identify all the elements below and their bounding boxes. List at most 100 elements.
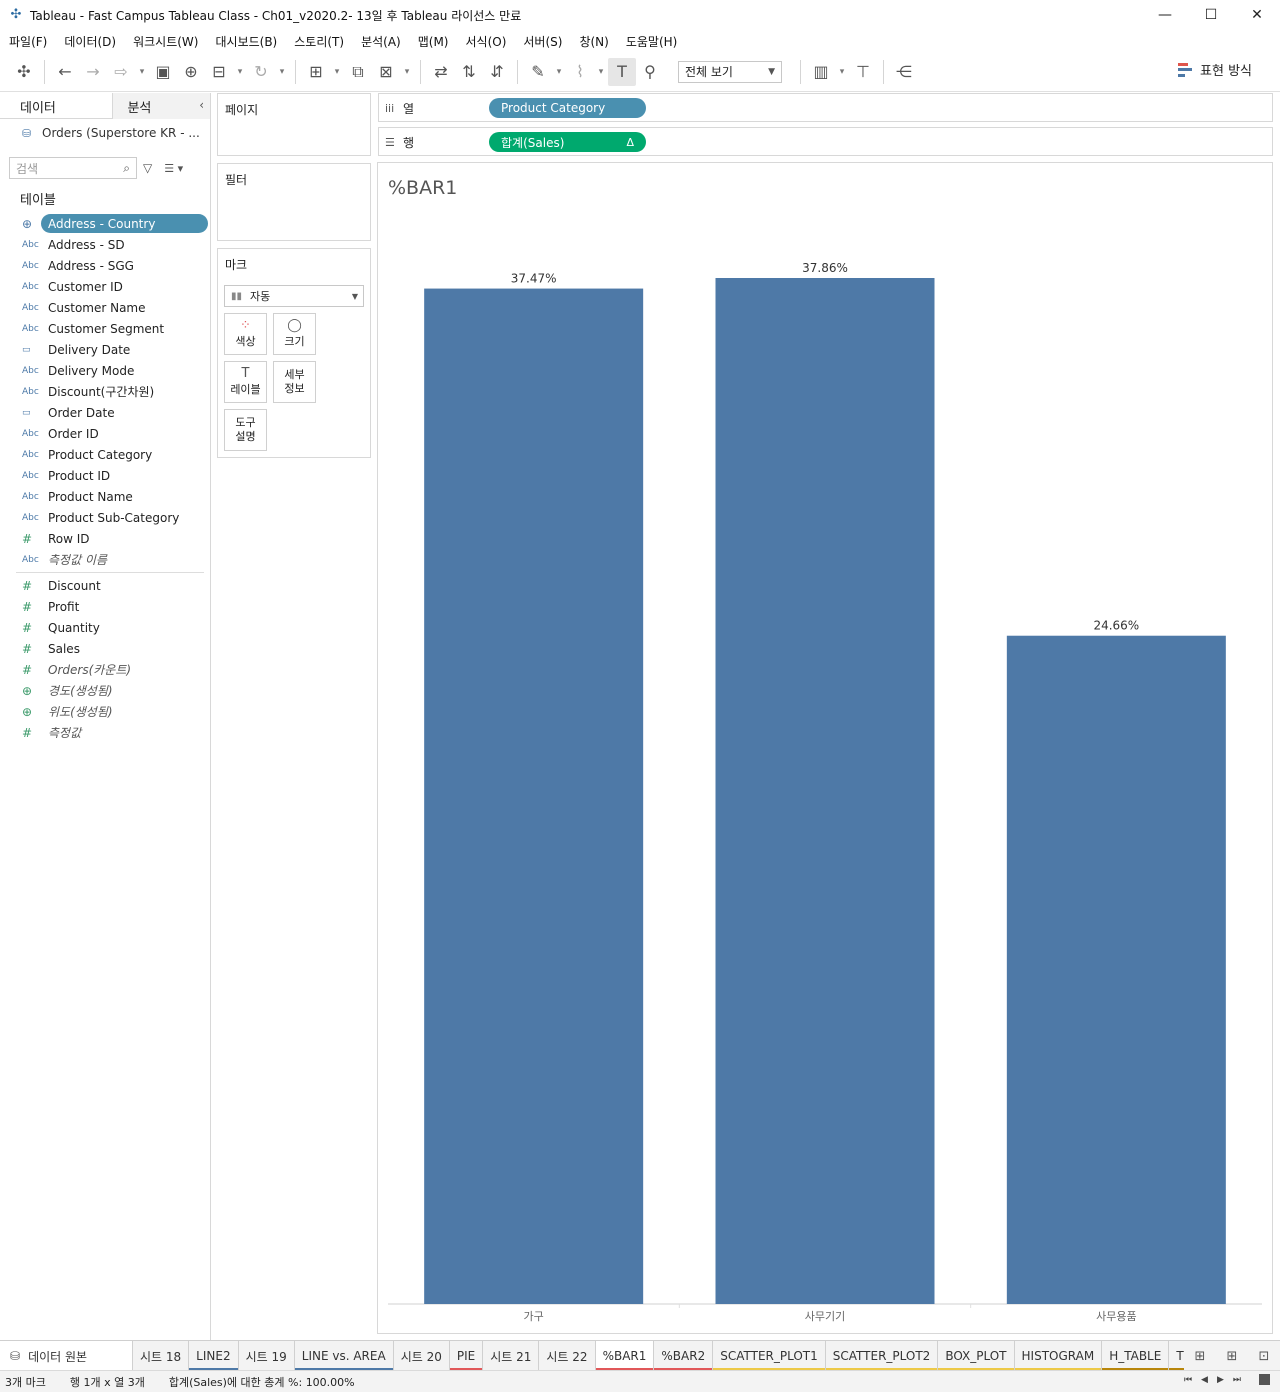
sum-sales-pill[interactable]: 합계(Sales) Δ [489, 132, 646, 152]
field-item[interactable]: Abc Customer Name [0, 297, 210, 318]
field-item[interactable]: # Row ID [0, 528, 210, 549]
rows-shelf[interactable]: ☰ 행 합계(Sales) Δ [378, 127, 1273, 156]
clear-dropdown-icon[interactable]: ▾ [400, 58, 414, 86]
field-item[interactable]: Abc Product Sub-Category [0, 507, 210, 528]
sheet-tab[interactable]: LINE vs. AREA [294, 1341, 394, 1371]
menu-file[interactable]: 파일(F) [9, 33, 47, 50]
fix-axes-icon[interactable]: ⚲ [636, 58, 664, 86]
save-icon[interactable]: ▣ [149, 58, 177, 86]
collapse-pane-icon[interactable]: ‹ [199, 98, 204, 112]
sort-descending-icon[interactable]: ⇵ [483, 58, 511, 86]
first-sheet-icon[interactable]: ⏮ [1184, 1375, 1192, 1385]
field-item[interactable]: ⊕ 위도(생성됨) [0, 701, 210, 722]
swap-rows-columns-icon[interactable]: ⇄ [427, 58, 455, 86]
color-button[interactable]: ⁘ 색상 [224, 313, 267, 355]
show-labels-icon[interactable]: T [608, 57, 636, 86]
menu-server[interactable]: 서버(S) [523, 33, 562, 50]
size-button[interactable]: ◯ 크기 [273, 313, 316, 355]
sheet-tab[interactable]: %BAR2 [654, 1341, 714, 1371]
filter-icon[interactable]: ▽ [143, 161, 152, 175]
field-item[interactable]: # Orders(카운트) [0, 659, 210, 680]
menu-story[interactable]: 스토리(T) [294, 33, 344, 50]
sheet-tab[interactable]: HISTOGRAM [1014, 1341, 1103, 1371]
sort-ascending-icon[interactable]: ⇅ [455, 58, 483, 86]
share-icon[interactable]: ⋲ [890, 58, 918, 86]
field-item[interactable]: # Discount [0, 575, 210, 596]
menu-window[interactable]: 창(N) [579, 33, 608, 50]
field-item[interactable]: Abc Discount(구간차원) [0, 381, 210, 402]
menu-dashboard[interactable]: 대시보드(B) [215, 33, 277, 50]
menu-analysis[interactable]: 분석(A) [361, 33, 401, 50]
bar[interactable] [424, 288, 644, 1304]
field-item[interactable]: Abc 측정값 이름 [0, 549, 210, 570]
view-list-icon[interactable]: ☰ ▾ [164, 162, 183, 175]
group-icon[interactable]: ⌇ [566, 58, 594, 86]
minimize-button[interactable]: — [1142, 0, 1188, 30]
pause-dropdown-icon[interactable]: ▾ [233, 58, 247, 86]
refresh-icon[interactable]: ↻ [247, 58, 275, 86]
datasource-tab[interactable]: ⛁ 데이터 원본 [0, 1341, 133, 1371]
field-item[interactable]: ▭ Delivery Date [0, 339, 210, 360]
field-item[interactable]: Abc Product ID [0, 465, 210, 486]
field-item[interactable]: # Profit [0, 596, 210, 617]
show-me-button[interactable]: 표현 방식 [1178, 60, 1252, 79]
detail-button[interactable]: 세부 정보 [273, 361, 316, 403]
highlight-icon[interactable]: ✎ [524, 58, 552, 86]
menu-data[interactable]: 데이터(D) [64, 33, 116, 50]
view-fit-select[interactable]: 전체 보기 ▼ [678, 60, 782, 83]
product-category-pill[interactable]: Product Category [489, 98, 646, 118]
datasource-item[interactable]: ⛁ Orders (Superstore KR - ... [0, 119, 210, 147]
replay-dropdown-icon[interactable]: ▾ [135, 58, 149, 86]
clear-sheet-icon[interactable]: ⊠ [372, 58, 400, 86]
field-item[interactable]: # Quantity [0, 617, 210, 638]
sheet-sorter-icon[interactable] [1259, 1374, 1270, 1385]
tab-data[interactable]: 데이터 [0, 93, 112, 119]
sheet-tab[interactable]: 시트 21 [483, 1341, 540, 1371]
sheet-tab[interactable]: BOX_PLOT [938, 1341, 1015, 1371]
sheet-tab[interactable]: SCATTER_PLOT2 [825, 1341, 939, 1371]
maximize-button[interactable]: ☐ [1188, 0, 1234, 30]
last-sheet-icon[interactable]: ⏭ [1233, 1375, 1241, 1385]
redo-icon[interactable]: → [79, 58, 107, 86]
field-item[interactable]: Abc Product Name [0, 486, 210, 507]
close-button[interactable]: ✕ [1234, 0, 1280, 30]
search-input[interactable]: 검색 ⌕ [9, 157, 137, 179]
filters-card[interactable]: 필터 [217, 163, 371, 241]
viz-area[interactable]: %BAR1 37.47% 가구 37.86% 사무기기 24.66% 사무용품 [377, 162, 1273, 1334]
field-item[interactable]: Abc Customer Segment [0, 318, 210, 339]
bar[interactable] [1006, 635, 1226, 1304]
group-dropdown-icon[interactable]: ▾ [594, 58, 608, 86]
columns-shelf[interactable]: iii 열 Product Category [378, 93, 1273, 122]
pages-card[interactable]: 페이지 [217, 93, 371, 156]
field-item[interactable]: ⊕ 경도(생성됨) [0, 680, 210, 701]
mark-type-select[interactable]: ▮▮ 자동 ▼ [224, 285, 364, 307]
sheet-tab[interactable]: 시트 18 [133, 1341, 190, 1371]
tab-analysis[interactable]: 분석 [112, 93, 210, 119]
bar[interactable] [715, 278, 935, 1304]
field-item[interactable]: Abc Delivery Mode [0, 360, 210, 381]
field-item[interactable]: ⊕ Address - Country [0, 213, 210, 234]
field-item[interactable]: # Sales [0, 638, 210, 659]
sheet-tab[interactable]: SCATTER_PLOT1 [713, 1341, 826, 1371]
presentation-mode-icon[interactable]: ⊤ [849, 58, 877, 86]
field-item[interactable]: Abc Address - SGG [0, 255, 210, 276]
replay-icon[interactable]: ⇨ [107, 58, 135, 86]
new-worksheet-icon[interactable]: ⊞ [302, 58, 330, 86]
pause-updates-icon[interactable]: ⊟ [205, 58, 233, 86]
duplicate-sheet-icon[interactable]: ⧉ [344, 58, 372, 86]
show-cards-dropdown-icon[interactable]: ▾ [835, 58, 849, 86]
menu-help[interactable]: 도움말(H) [626, 33, 678, 50]
field-item[interactable]: Abc Address - SD [0, 234, 210, 255]
tableau-home-icon[interactable]: ✣ [10, 58, 38, 86]
refresh-dropdown-icon[interactable]: ▾ [275, 58, 289, 86]
sheet-tab[interactable]: 시트 20 [394, 1341, 450, 1371]
undo-icon[interactable]: ← [51, 58, 79, 86]
new-worksheet-tab-icon[interactable]: ⊞ [1184, 1349, 1216, 1364]
field-item[interactable]: Abc Product Category [0, 444, 210, 465]
sheet-tab[interactable]: %BAR1 [595, 1341, 655, 1371]
sheet-tab[interactable]: 시트 22 [539, 1341, 596, 1371]
label-button[interactable]: T 레이블 [224, 361, 267, 403]
menu-map[interactable]: 맵(M) [418, 33, 449, 50]
next-sheet-icon[interactable]: ▶ [1217, 1375, 1224, 1385]
field-item[interactable]: # 측정값 [0, 722, 210, 743]
